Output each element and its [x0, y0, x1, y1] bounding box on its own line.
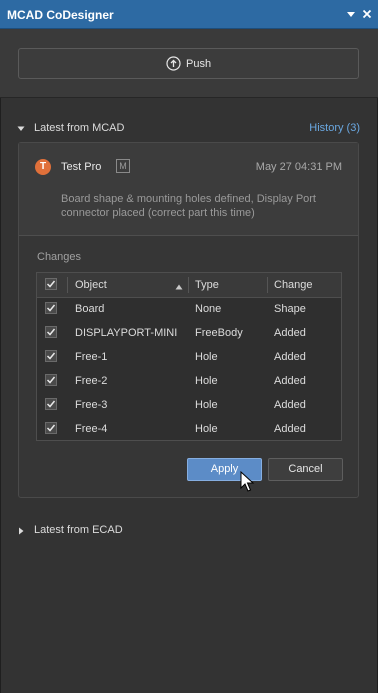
column-separator: [188, 277, 189, 293]
cancel-button[interactable]: Cancel: [268, 458, 343, 481]
table-row[interactable]: Free-3 Hole Added: [37, 393, 341, 417]
column-separator: [267, 277, 268, 293]
history-link[interactable]: History (3): [309, 122, 360, 134]
cell-type: None: [195, 303, 222, 315]
select-all-checkbox[interactable]: [45, 278, 57, 290]
chevron-right-icon[interactable]: [17, 526, 25, 535]
row-checkbox[interactable]: [45, 326, 57, 338]
table-row[interactable]: Board None Shape: [37, 297, 341, 321]
row-checkbox[interactable]: [45, 374, 57, 386]
commit-date: May 27 04:31 PM: [255, 161, 342, 173]
table-row[interactable]: DISPLAYPORT-MINI FreeBody Added: [37, 321, 341, 345]
push-button[interactable]: Push: [18, 48, 359, 79]
mouse-cursor-icon: [240, 470, 256, 493]
sort-ascending-icon: [175, 281, 183, 290]
cell-change: Added: [274, 351, 306, 363]
table-row[interactable]: Free-1 Hole Added: [37, 345, 341, 369]
changes-table: Object Type Change Board None Shape DISP…: [36, 272, 342, 441]
chevron-down-icon[interactable]: [17, 124, 25, 132]
cell-type: FreeBody: [195, 327, 243, 339]
avatar: T: [35, 159, 51, 175]
row-checkbox[interactable]: [45, 350, 57, 362]
cell-type: Hole: [195, 423, 218, 435]
cell-change: Added: [274, 327, 306, 339]
panel-titlebar: MCAD CoDesigner: [0, 0, 378, 29]
cell-object: Free-2: [75, 375, 108, 387]
dropdown-arrow-icon[interactable]: [345, 7, 357, 21]
mcad-badge-icon: M: [116, 159, 130, 173]
column-header-object[interactable]: Object: [75, 279, 107, 291]
cell-type: Hole: [195, 399, 218, 411]
column-header-type[interactable]: Type: [195, 279, 219, 291]
changes-table-header: Object Type Change: [37, 273, 341, 298]
table-row[interactable]: Free-2 Hole Added: [37, 369, 341, 393]
push-arrow-icon: [166, 56, 181, 71]
panel-title: MCAD CoDesigner: [7, 8, 114, 22]
column-separator: [67, 277, 68, 293]
cell-object: Board: [75, 303, 105, 315]
cell-object: Free-1: [75, 351, 108, 363]
commit-summary: T Test Pro M May 27 04:31 PM Board shape…: [19, 143, 358, 236]
push-button-label: Push: [186, 58, 212, 70]
table-row[interactable]: Free-4 Hole Added: [37, 417, 341, 441]
row-checkbox[interactable]: [45, 422, 57, 434]
changes-label: Changes: [37, 251, 82, 263]
cell-type: Hole: [195, 375, 218, 387]
commit-author: Test Pro: [61, 161, 102, 173]
ecad-section-header[interactable]: Latest from ECAD: [0, 522, 378, 540]
cell-change: Shape: [274, 303, 306, 315]
cell-change: Added: [274, 399, 306, 411]
mcad-commit-card: T Test Pro M May 27 04:31 PM Board shape…: [18, 142, 359, 498]
cell-object: Free-3: [75, 399, 108, 411]
cell-change: Added: [274, 423, 306, 435]
cell-type: Hole: [195, 351, 218, 363]
close-icon[interactable]: [361, 7, 373, 21]
column-header-change[interactable]: Change: [274, 279, 313, 291]
cell-object: Free-4: [75, 423, 108, 435]
cell-object: DISPLAYPORT-MINI: [75, 327, 178, 339]
commit-message: Board shape & mounting holes defined, Di…: [61, 193, 316, 219]
row-checkbox[interactable]: [45, 398, 57, 410]
row-checkbox[interactable]: [45, 302, 57, 314]
mcad-section-title: Latest from MCAD: [34, 122, 125, 134]
cell-change: Added: [274, 375, 306, 387]
ecad-section-title: Latest from ECAD: [34, 524, 123, 536]
mcad-section-header[interactable]: Latest from MCAD History (3): [0, 120, 378, 138]
